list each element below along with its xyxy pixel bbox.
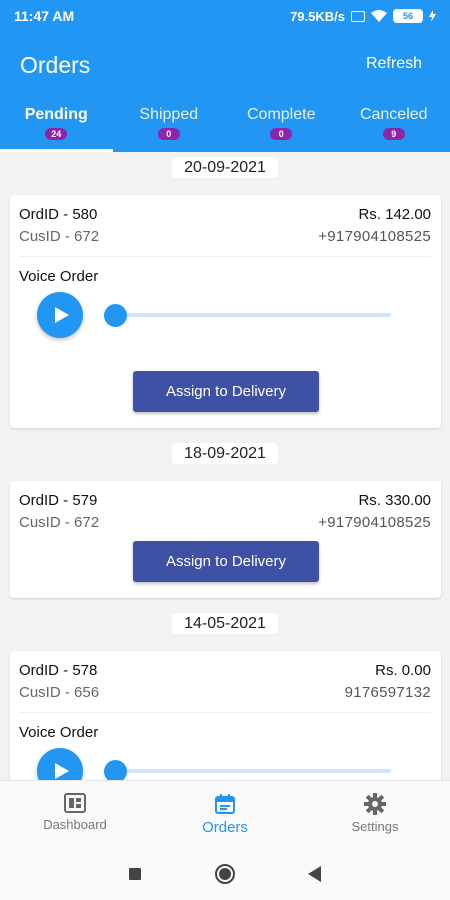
order-amount: Rs. 0.00	[375, 662, 431, 679]
order-row-top: OrdID - 580 Rs. 142.00	[19, 206, 431, 223]
audio-progress-track[interactable]	[115, 313, 391, 317]
wifi-icon	[371, 10, 387, 22]
charging-icon	[429, 10, 436, 22]
order-row-bottom: CusID - 672 +917904108525	[19, 228, 431, 245]
order-id: OrdID - 578	[19, 662, 98, 679]
order-card[interactable]: OrdID - 580 Rs. 142.00 CusID - 672 +9179…	[10, 195, 441, 428]
tab-label: Canceled	[359, 106, 428, 123]
customer-phone[interactable]: +917904108525	[318, 514, 431, 531]
order-id: OrdID - 580	[19, 206, 98, 223]
date-header: 18-09-2021	[0, 443, 450, 464]
order-row-top: OrdID - 578 Rs. 0.00	[19, 662, 431, 679]
order-row-top: OrdID - 579 Rs. 330.00	[19, 492, 431, 509]
divider	[19, 712, 431, 713]
order-card[interactable]: OrdID - 578 Rs. 0.00 CusID - 656 9176597…	[10, 651, 441, 780]
play-button[interactable]	[37, 748, 83, 780]
assign-delivery-button[interactable]: Assign to Delivery	[133, 371, 319, 412]
audio-seek-handle[interactable]	[104, 760, 127, 780]
nav-label: Orders	[202, 819, 248, 836]
date-header: 14-05-2021	[0, 613, 450, 634]
customer-id: CusID - 656	[19, 684, 100, 701]
order-row-bottom: CusID - 656 9176597132	[19, 684, 431, 701]
tab-complete[interactable]: Complete 0	[225, 100, 338, 152]
tab-label: Shipped	[139, 106, 199, 123]
order-list[interactable]: 20-09-2021 OrdID - 580 Rs. 142.00 CusID …	[0, 152, 450, 780]
recents-icon[interactable]	[128, 867, 142, 881]
order-id: OrdID - 579	[19, 492, 98, 509]
bottom-navigation: Dashboard Orders Settings	[0, 780, 450, 848]
nav-label: Dashboard	[43, 817, 107, 832]
home-icon[interactable]	[214, 863, 236, 885]
play-icon	[54, 763, 69, 779]
dashboard-icon	[64, 793, 86, 813]
status-time: 11:47 AM	[14, 8, 75, 24]
system-navigation-bar	[0, 848, 450, 900]
customer-phone[interactable]: 9176597132	[345, 684, 431, 701]
battery-icon: 56	[393, 9, 423, 23]
nav-dashboard[interactable]: Dashboard	[0, 781, 150, 848]
audio-seek-handle[interactable]	[104, 304, 127, 327]
refresh-button[interactable]: Refresh	[366, 55, 422, 73]
assign-delivery-button[interactable]: Assign to Delivery	[133, 541, 319, 582]
status-bar: 11:47 AM 79.5KB/s 56	[0, 0, 450, 32]
tab-label: Pending	[24, 106, 88, 123]
date-header: 20-09-2021	[0, 157, 450, 178]
tab-shipped[interactable]: Shipped 0	[113, 100, 226, 152]
tab-count-badge: 0	[270, 128, 293, 140]
play-button[interactable]	[37, 292, 83, 338]
tab-count-badge: 0	[157, 128, 180, 140]
page-title: Orders	[20, 52, 91, 78]
tab-count-badge: 24	[45, 128, 68, 140]
customer-id: CusID - 672	[19, 514, 100, 531]
voice-order-label: Voice Order	[19, 724, 99, 741]
audio-progress-track[interactable]	[115, 769, 391, 773]
nav-settings[interactable]: Settings	[300, 781, 450, 848]
order-tabs: Pending 24 Shipped 0 Complete 0 Canceled…	[0, 100, 450, 152]
app-bar: Orders Refresh Pending 24 Shipped 0 Comp…	[0, 32, 450, 152]
calendar-icon	[215, 794, 235, 814]
sim-icon	[351, 10, 365, 22]
order-card[interactable]: OrdID - 579 Rs. 330.00 CusID - 672 +9179…	[10, 481, 441, 598]
tab-count-badge: 9	[382, 128, 405, 140]
network-speed: 79.5KB/s	[290, 8, 345, 24]
tab-canceled[interactable]: Canceled 9	[338, 100, 450, 152]
customer-phone[interactable]: +917904108525	[318, 228, 431, 245]
order-amount: Rs. 142.00	[358, 206, 431, 223]
back-icon[interactable]	[308, 866, 322, 882]
nav-orders[interactable]: Orders	[150, 781, 300, 848]
gear-icon	[364, 793, 386, 815]
voice-order-label: Voice Order	[19, 268, 99, 285]
order-amount: Rs. 330.00	[358, 492, 431, 509]
tab-pending[interactable]: Pending 24	[0, 100, 113, 152]
play-icon	[54, 307, 69, 323]
order-row-bottom: CusID - 672 +917904108525	[19, 514, 431, 531]
divider	[19, 256, 431, 257]
nav-label: Settings	[351, 819, 399, 834]
customer-id: CusID - 672	[19, 228, 100, 245]
tab-label: Complete	[247, 106, 316, 123]
